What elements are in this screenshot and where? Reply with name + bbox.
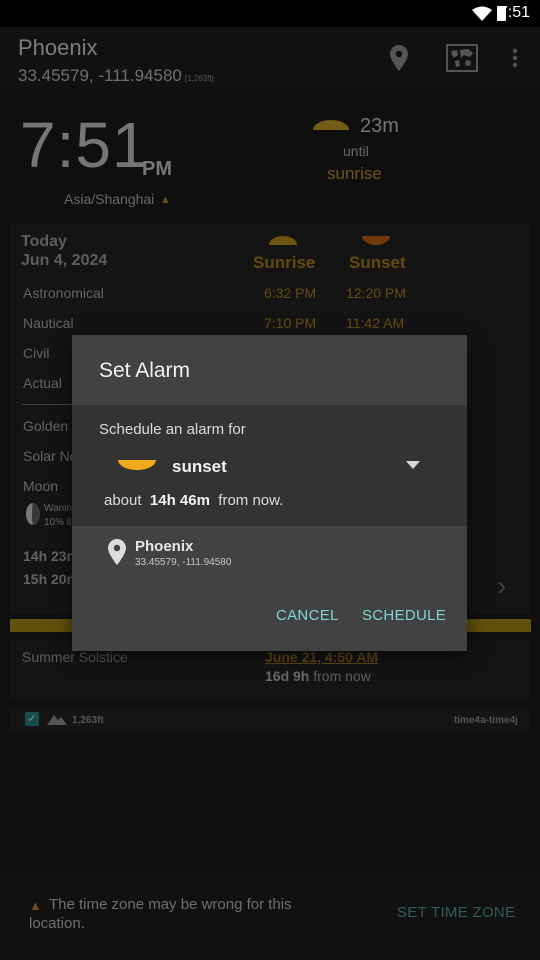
- about-value: 14h 46m: [149, 492, 210, 509]
- status-time: 7:51: [498, 4, 530, 21]
- dropdown-arrow-icon[interactable]: [406, 461, 420, 469]
- schedule-button[interactable]: SCHEDULE: [362, 607, 446, 624]
- dialog-prompt: Schedule an alarm for: [99, 421, 246, 438]
- sunset-icon: [118, 460, 156, 470]
- dialog-location-coords: 33.45579, -111.94580: [135, 557, 232, 568]
- alarm-eta: about 14h 46m from now.: [104, 492, 283, 509]
- about-suffix: from now.: [218, 492, 284, 509]
- status-bar: [0, 0, 540, 27]
- event-select[interactable]: sunset: [172, 457, 227, 477]
- location-pin-icon: [108, 539, 126, 565]
- about-prefix: about: [104, 492, 142, 509]
- cancel-button[interactable]: CANCEL: [276, 607, 339, 624]
- dialog-title: Set Alarm: [99, 359, 191, 382]
- wifi-icon: [472, 6, 492, 21]
- dialog-location-name: Phoenix: [135, 538, 194, 555]
